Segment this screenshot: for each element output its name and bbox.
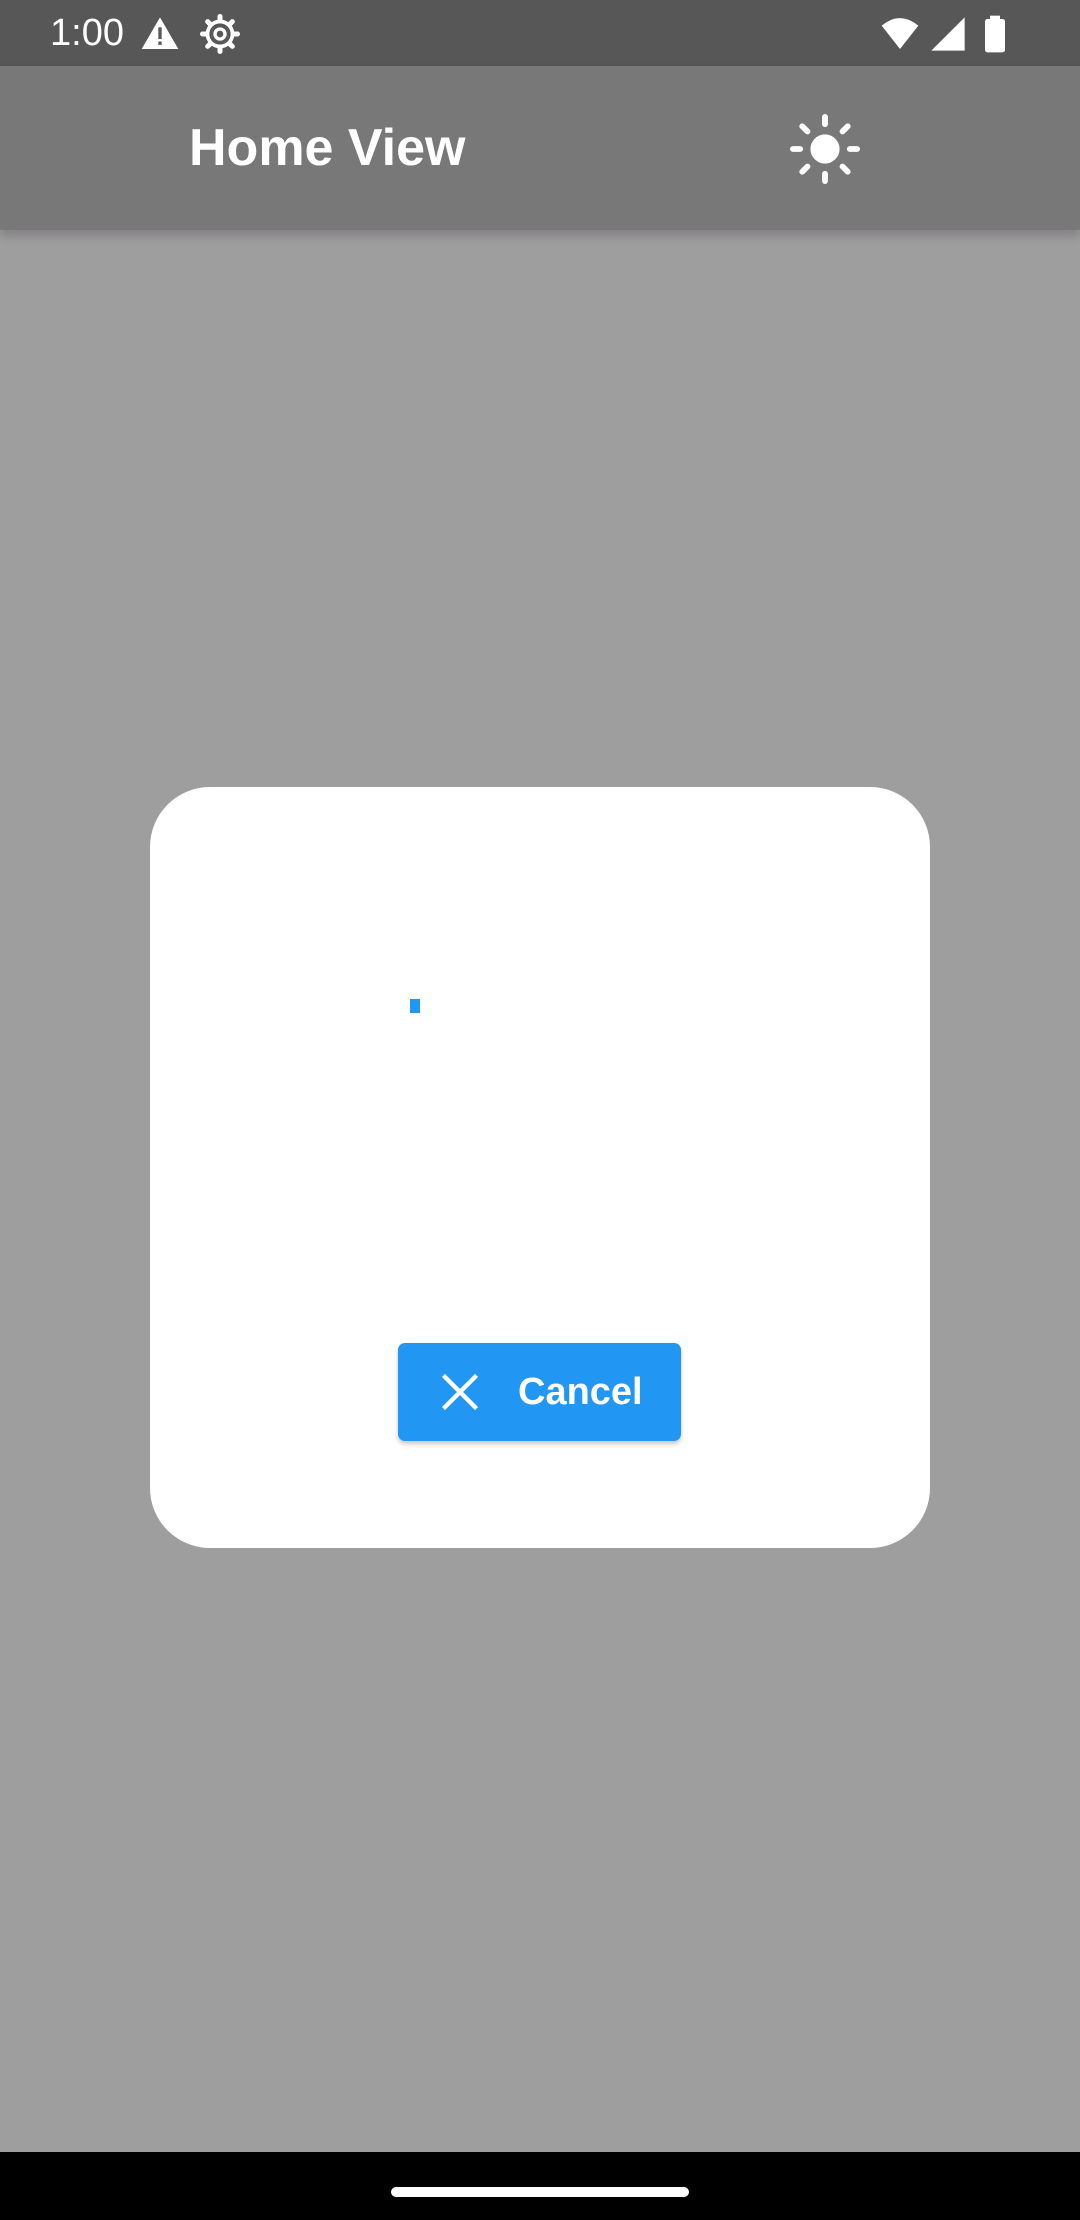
gear-icon [200,14,240,54]
home-indicator[interactable] [391,2187,689,2197]
wifi-icon [880,14,920,54]
loading-dialog: Cancel [150,787,930,1548]
close-icon [440,1372,480,1412]
warning-icon [140,14,180,54]
battery-icon [975,14,1015,54]
progress-indicator [410,999,420,1013]
app-bar: Home View [0,66,1080,230]
cancel-button[interactable]: Cancel [398,1343,681,1441]
sun-icon [790,114,860,184]
cancel-button-label: Cancel [518,1371,643,1413]
page-title: Home View [189,119,466,177]
status-bar: 1:00 [0,0,1080,66]
navigation-bar [0,2152,1080,2220]
theme-toggle-button[interactable] [790,114,860,184]
status-time: 1:00 [50,12,124,54]
cellular-signal-icon [928,14,968,54]
